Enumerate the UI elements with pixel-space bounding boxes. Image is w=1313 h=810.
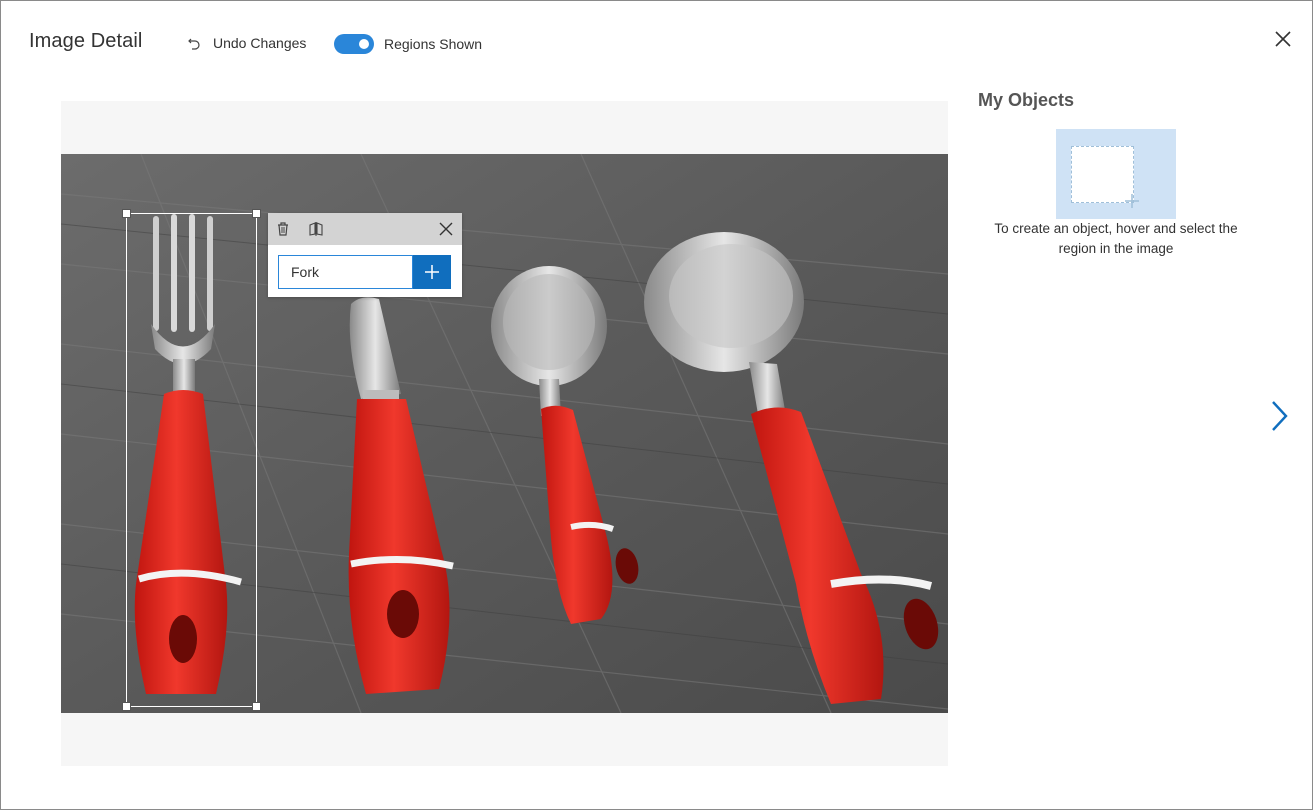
toggle-knob (359, 39, 369, 49)
resize-handle-top-left[interactable] (122, 209, 131, 218)
resize-handle-bottom-right[interactable] (252, 702, 261, 711)
undo-icon (188, 38, 200, 50)
regions-shown-toggle[interactable]: Regions Shown (334, 34, 482, 54)
image-detail-dialog: Image Detail Undo Changes Regions Shown (0, 0, 1313, 810)
toggle-switch[interactable] (334, 34, 374, 54)
tag-name-input[interactable] (278, 255, 413, 289)
add-tag-button[interactable] (413, 255, 451, 289)
resize-handle-bottom-left[interactable] (122, 702, 131, 711)
create-object-help-text: To create an object, hover and select th… (994, 221, 1238, 256)
split-icon[interactable] (308, 221, 324, 237)
create-object-placeholder (1056, 129, 1176, 219)
resize-handle-top-right[interactable] (252, 209, 261, 218)
undo-changes-label: Undo Changes (213, 35, 307, 51)
plus-icon (1125, 194, 1139, 208)
tag-editor-toolbar (268, 213, 462, 245)
regions-shown-label: Regions Shown (384, 36, 483, 52)
chevron-right-icon[interactable] (1267, 399, 1291, 433)
dialog-title: Image Detail (29, 30, 143, 52)
undo-changes-button[interactable]: Undo Changes (187, 35, 306, 51)
plus-icon (425, 265, 439, 279)
close-icon[interactable] (1273, 29, 1293, 49)
close-icon[interactable] (438, 221, 454, 237)
fork-region-box[interactable] (122, 209, 261, 711)
trash-icon[interactable] (275, 221, 291, 237)
my-objects-title: My Objects (978, 90, 1075, 110)
region-tag-editor (268, 213, 462, 297)
